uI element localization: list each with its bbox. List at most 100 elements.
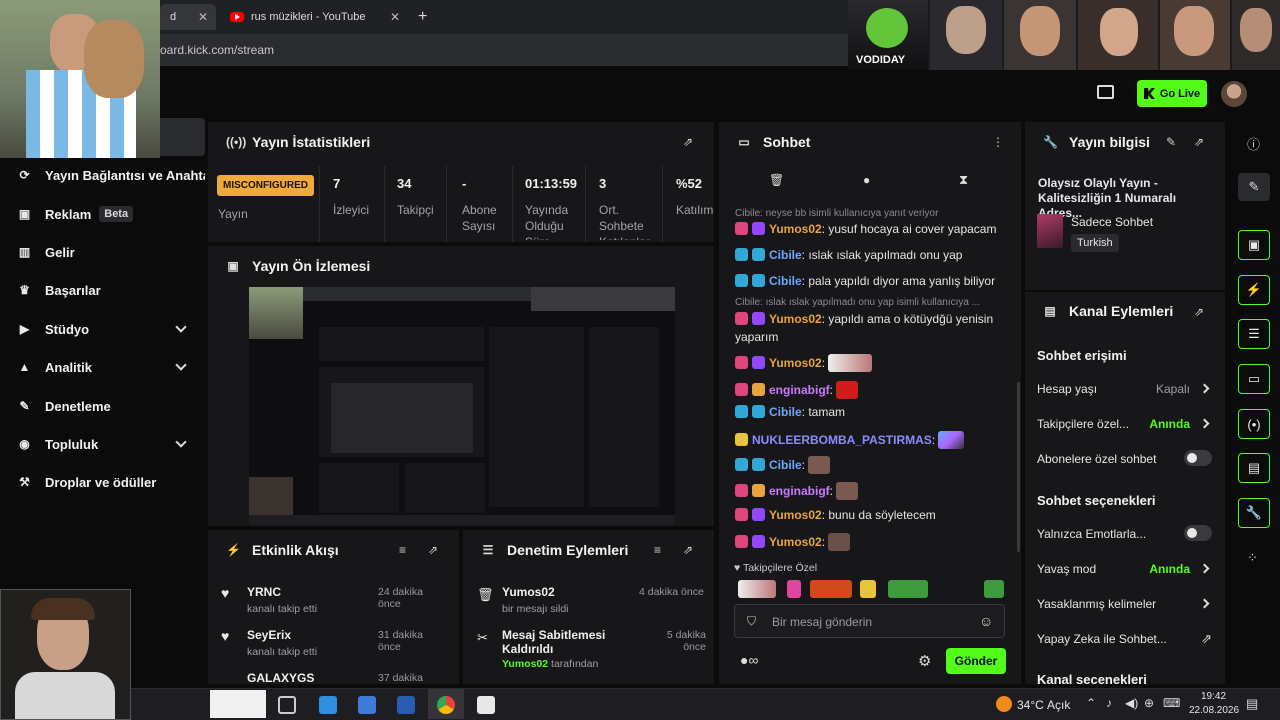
shield-icon[interactable]: ⛉ bbox=[747, 614, 756, 629]
popout-icon[interactable]: ⇗ bbox=[1194, 305, 1204, 319]
avatar[interactable] bbox=[1221, 81, 1247, 107]
stat-label: Yayında Olduğu Süre bbox=[525, 203, 569, 240]
toggle-switch[interactable] bbox=[1184, 525, 1212, 541]
sidebar-item-moderation[interactable]: ✎ Denetleme bbox=[18, 394, 205, 418]
chat-username[interactable]: Yumos02 bbox=[769, 508, 822, 522]
keyboard-icon[interactable]: ⌨ bbox=[1163, 696, 1180, 710]
popout-icon[interactable]: ⇗ bbox=[683, 543, 693, 557]
stream-icon[interactable] bbox=[1097, 85, 1114, 99]
tray-chevron-icon[interactable]: ⌃ bbox=[1086, 696, 1096, 710]
chat-input[interactable]: ⛉ Bir mesaj gönderin ☺ bbox=[734, 604, 1005, 638]
popout-icon[interactable]: ⇗ bbox=[428, 543, 438, 557]
section-title: Sohbet seçenekleri bbox=[1037, 493, 1156, 508]
new-tab-button[interactable]: + bbox=[418, 8, 427, 26]
rail-info-button[interactable]: 🔧 bbox=[1238, 498, 1270, 528]
chat-username[interactable]: Cibile bbox=[769, 458, 802, 472]
stream-preview[interactable] bbox=[249, 287, 675, 525]
more-options-icon[interactable]: ⋮ bbox=[992, 135, 1004, 149]
edit-layout-button[interactable]: ✎ bbox=[1238, 173, 1270, 201]
chat-username[interactable]: enginabigf bbox=[769, 484, 830, 498]
setting-row[interactable]: Abonelere özel sohbet bbox=[1037, 450, 1212, 466]
setting-row[interactable]: Yasaklanmış kelimeler bbox=[1037, 597, 1212, 611]
clock-time[interactable]: 19:42 bbox=[1201, 691, 1226, 702]
chat-username[interactable]: Cibile bbox=[769, 274, 802, 288]
chat-username[interactable]: Cibile bbox=[769, 248, 802, 262]
points-icon[interactable]: ●∞ bbox=[740, 652, 758, 668]
info-icon[interactable]: ⓘ bbox=[1247, 134, 1260, 153]
chat-username[interactable]: Yumos02 bbox=[769, 312, 822, 326]
badge-icon bbox=[735, 433, 748, 446]
sidebar-item-studio[interactable]: ▶ Stüdyo bbox=[18, 317, 205, 341]
chat-scrollbar[interactable] bbox=[1017, 382, 1020, 552]
close-tab-icon[interactable]: ✕ bbox=[198, 10, 208, 24]
chat-username[interactable]: NUKLEERBOMBA_PASTIRMAS bbox=[752, 433, 932, 447]
globe-icon[interactable]: ⊕ bbox=[1144, 696, 1154, 710]
chat-username[interactable]: enginabigf bbox=[769, 383, 830, 397]
emote-image[interactable] bbox=[738, 580, 776, 598]
setting-row[interactable]: Takipçilere özel... Anında bbox=[1037, 417, 1212, 431]
word-icon[interactable] bbox=[397, 696, 415, 714]
chat-username[interactable]: Cibile bbox=[769, 405, 802, 419]
emote-image[interactable] bbox=[860, 580, 876, 598]
notifications-icon[interactable]: ▤ bbox=[1246, 696, 1258, 712]
filter-icon[interactable]: ≡ bbox=[399, 543, 406, 557]
task-view-icon[interactable] bbox=[278, 696, 296, 714]
popout-icon[interactable]: ⇗ bbox=[683, 135, 693, 149]
rail-events-button[interactable]: ⚡ bbox=[1238, 275, 1270, 305]
gear-icon[interactable]: ⚙ bbox=[918, 652, 931, 670]
sidebar-item-analytics[interactable]: ▲ Analitik bbox=[18, 355, 205, 379]
setting-row[interactable]: Yalnızca Emotlarla... bbox=[1037, 525, 1212, 541]
close-tab-icon[interactable]: ✕ bbox=[390, 10, 400, 24]
chrome-icon[interactable] bbox=[437, 696, 455, 714]
chat-username[interactable]: Yumos02 bbox=[769, 535, 822, 549]
store-icon[interactable] bbox=[358, 696, 376, 714]
chat-bubble-icon[interactable]: ● bbox=[863, 173, 870, 187]
badge-icon bbox=[735, 405, 748, 418]
pdf-icon[interactable] bbox=[477, 696, 495, 714]
hourglass-icon[interactable]: ⧗ bbox=[959, 172, 968, 188]
popout-icon[interactable]: ⇗ bbox=[1194, 135, 1204, 149]
sidebar-item-stream-key[interactable]: ⟳ Yayın Bağlantısı ve Anahtarı bbox=[18, 163, 205, 187]
sidebar-item-ads[interactable]: ▣ Reklam Beta bbox=[18, 202, 205, 226]
emote-image[interactable] bbox=[888, 580, 928, 598]
emote-image[interactable] bbox=[984, 580, 1004, 598]
clock-date[interactable]: 22.08.2026 bbox=[1189, 705, 1239, 716]
stat-value: - bbox=[462, 176, 467, 191]
rail-moderation-button[interactable]: ☰ bbox=[1238, 319, 1270, 349]
emote-image[interactable] bbox=[810, 580, 852, 598]
youtube-icon bbox=[230, 12, 244, 22]
rail-broadcast-button[interactable]: (•) bbox=[1238, 409, 1270, 439]
setting-row[interactable]: Hesap yaşı Kapalı bbox=[1037, 382, 1212, 396]
edit-icon[interactable]: ✎ bbox=[1166, 135, 1176, 149]
browser-tab-youtube[interactable]: rus müzikleri - YouTube ✕ bbox=[220, 4, 408, 30]
setting-row[interactable]: Yapay Zeka ile Sohbet... ⇗ bbox=[1037, 631, 1212, 646]
rail-chat-button[interactable]: ▭ bbox=[1238, 364, 1270, 394]
filter-icon[interactable]: ≡ bbox=[654, 543, 661, 557]
sidebar-item-community[interactable]: ◉ Topluluk bbox=[18, 432, 205, 456]
trash-icon[interactable]: 🗑 bbox=[769, 173, 784, 187]
emoji-icon[interactable]: ☺ bbox=[979, 613, 993, 629]
sidebar-item-revenue[interactable]: ▥ Gelir bbox=[18, 240, 205, 264]
rail-actions-button[interactable]: ▤ bbox=[1238, 453, 1270, 483]
emote-image[interactable] bbox=[787, 580, 801, 598]
sidebar-item-achievements[interactable]: ♛ Başarılar bbox=[18, 278, 205, 302]
apps-icon[interactable]: ⁘ bbox=[1247, 550, 1258, 566]
rail-stats-button[interactable]: ▣ bbox=[1238, 230, 1270, 260]
chat-username[interactable]: Yumos02 bbox=[769, 356, 822, 370]
weather-temp[interactable]: 34°C bbox=[1017, 698, 1044, 712]
browser-tab-kick[interactable]: d ✕ bbox=[160, 4, 216, 30]
panel-title: Sohbet bbox=[763, 134, 811, 150]
volume-icon[interactable]: ◀) bbox=[1125, 696, 1138, 710]
go-live-button[interactable]: Go Live bbox=[1137, 80, 1207, 107]
photos-icon[interactable] bbox=[319, 696, 337, 714]
emote-strip[interactable] bbox=[738, 580, 1004, 598]
microphone-icon[interactable]: ♪ bbox=[1106, 696, 1112, 710]
category-name[interactable]: Sadece Sohbet bbox=[1071, 215, 1153, 229]
setting-row[interactable]: Yavaş mod Anında bbox=[1037, 562, 1212, 576]
toggle-switch[interactable] bbox=[1184, 450, 1212, 466]
chat-username[interactable]: Yumos02 bbox=[769, 222, 822, 236]
sidebar-item-drops[interactable]: ⚒ Droplar ve ödüller bbox=[18, 470, 205, 494]
weather-desc[interactable]: Açık bbox=[1047, 698, 1070, 712]
divider bbox=[585, 166, 586, 242]
send-button[interactable]: Gönder bbox=[946, 648, 1006, 674]
